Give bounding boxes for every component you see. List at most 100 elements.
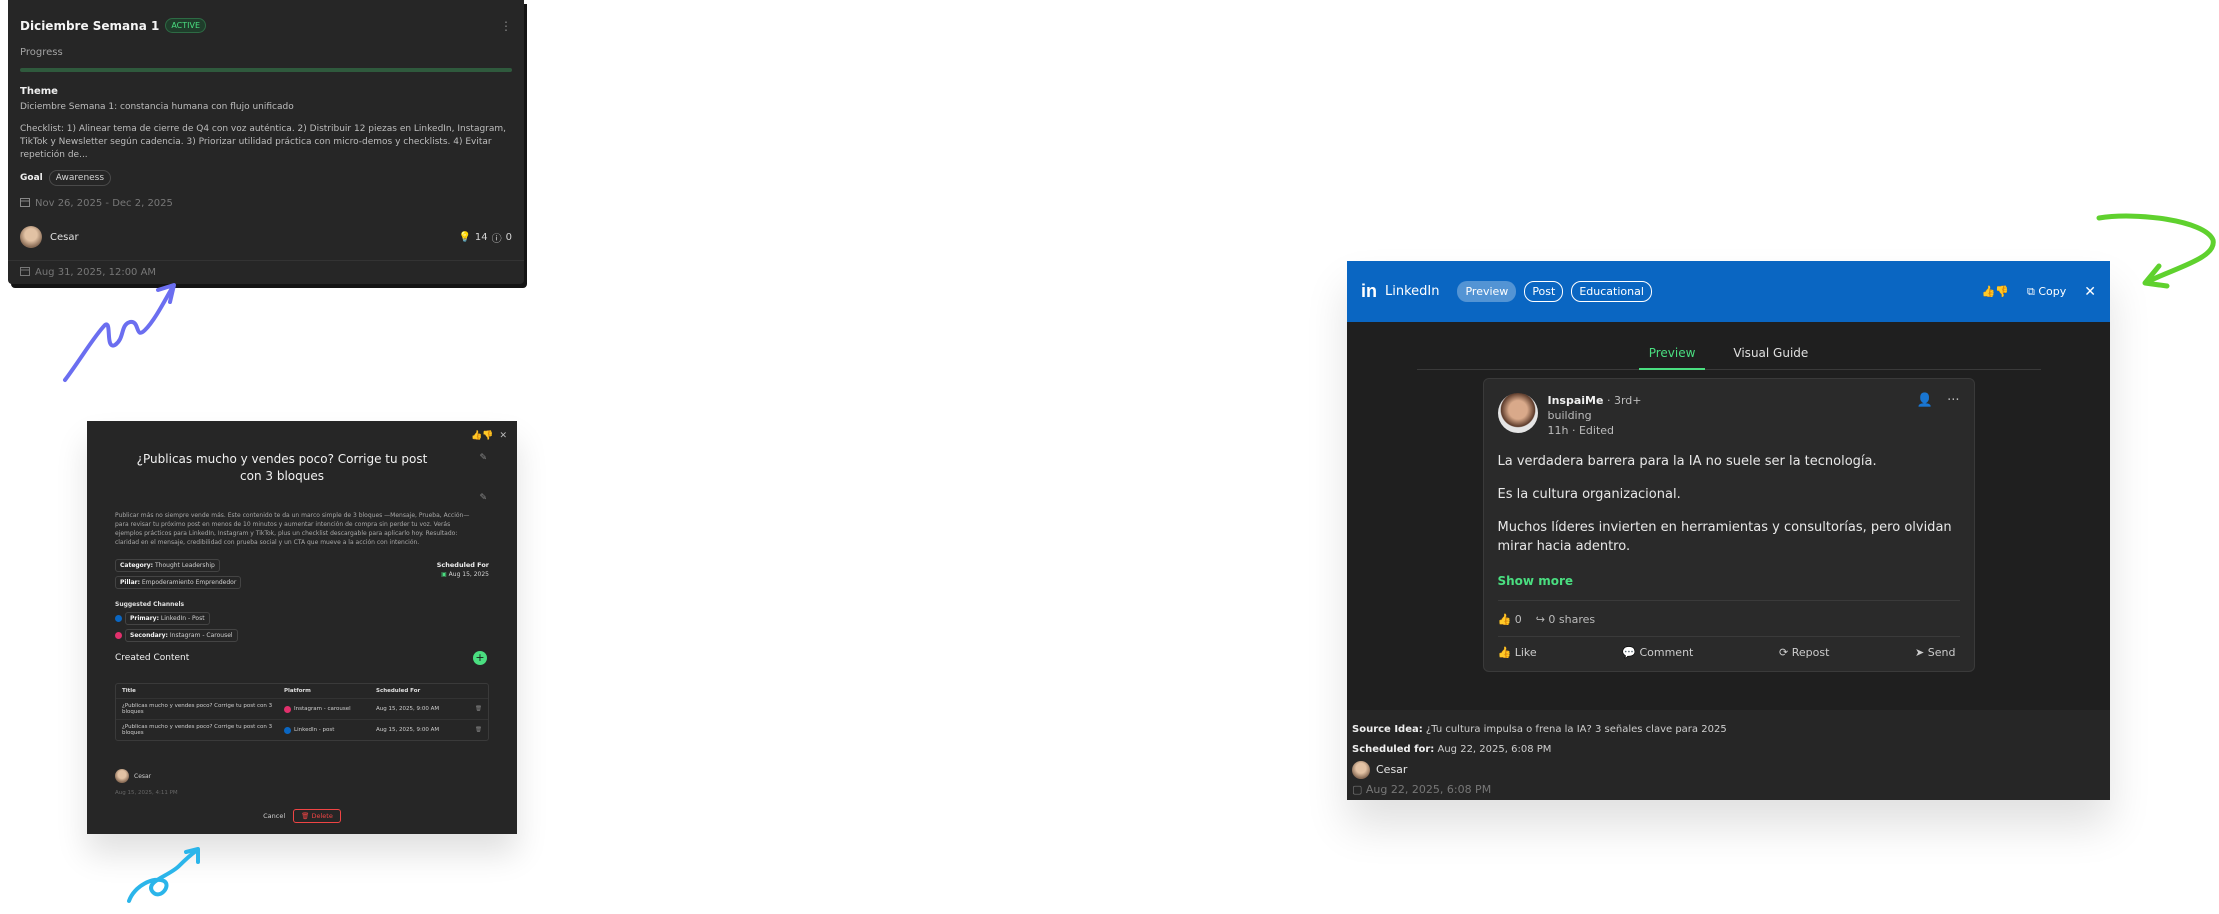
row-platform: Instagram - carousel: [294, 706, 351, 712]
like-count: 👍 0: [1497, 613, 1522, 626]
divider: [1497, 600, 1960, 601]
idea-dialog: 👍👎 ✕ ¿Publicas mucho y vendes poco? Corr…: [87, 421, 517, 834]
user-name: Cesar: [1376, 763, 1408, 776]
linkedin-icon: [115, 615, 122, 622]
campaign-card[interactable]: Diciembre Semana 1 ACTIVE ⋮ Progress The…: [8, 0, 524, 284]
avatar: [1497, 393, 1538, 433]
user-name: Cesar: [134, 772, 152, 780]
thumbs-feedback-icon[interactable]: 👍👎: [1982, 285, 2009, 298]
share-icon: ↪: [1535, 613, 1545, 626]
row-title: ¿Publicas mucho y vendes poco? Corrige t…: [122, 724, 273, 736]
edit-description-icon[interactable]: ✎: [479, 493, 487, 503]
post-time: 11h: [1547, 424, 1569, 437]
show-more-link[interactable]: Show more: [1498, 574, 1960, 588]
calendar-icon: [20, 266, 30, 279]
table-header: Title: [122, 688, 136, 694]
platform-name: LinkedIn: [1385, 284, 1440, 299]
add-content-button[interactable]: +: [473, 651, 487, 665]
secondary-channel: Secondary: Instagram - Carousel: [115, 629, 238, 642]
date-range: Nov 26, 2025 - Dec 2, 2025: [35, 198, 173, 209]
trash-icon[interactable]: 🗑: [466, 706, 482, 712]
table-header: Scheduled For: [376, 688, 421, 694]
share-count: ↪ 0 shares: [1535, 613, 1596, 626]
linkedin-icon: in: [1361, 281, 1377, 301]
send-button[interactable]: ➤ Send: [1915, 646, 1955, 659]
primary-channel: Primary: LinkedIn - Post: [115, 612, 238, 625]
dialog-footer: Source Idea: ¿Tu cultura impulsa o frena…: [1347, 710, 2110, 800]
post-preview: InspaiMe · 3rd+ building 11h · Edited 👤 …: [1482, 378, 1975, 672]
row-platform: LinkedIn - post: [294, 727, 335, 733]
content-table: Title Platform Scheduled For ¿Publicas m…: [115, 683, 489, 741]
copy-button[interactable]: ⧉ Copy: [2027, 285, 2066, 299]
scheduled-date: ▣ Aug 15, 2025: [441, 571, 489, 578]
tab-preview[interactable]: Preview: [1638, 346, 1706, 370]
theme-label: Theme: [20, 86, 58, 97]
avatar: [115, 769, 129, 783]
edit-title-icon[interactable]: ✎: [479, 453, 487, 463]
ideas-count: 14: [474, 231, 488, 243]
calendar-icon: [20, 197, 30, 210]
close-icon[interactable]: ✕: [499, 431, 507, 441]
row-scheduled: Aug 15, 2025, 9:00 AM: [376, 706, 440, 712]
pillar-tag: Pillar: Empoderamiento Emprendedor: [115, 576, 242, 589]
status-badge: ACTIVE: [165, 18, 207, 33]
instagram-icon: [284, 705, 291, 713]
cyan-arrow-doodle: [127, 847, 200, 903]
table-row[interactable]: ¿Publicas mucho y vendes poco? Corrige t…: [116, 699, 488, 720]
checklist-text: Checklist: 1) Alinear tema de cierre de …: [20, 124, 507, 160]
row-title: ¿Publicas mucho y vendes poco? Corrige t…: [122, 703, 273, 715]
dialog-header: in LinkedIn Preview Post Educational 👍👎 …: [1347, 261, 2110, 322]
more-options-icon[interactable]: ⋮: [500, 19, 512, 33]
created-date: ▢ Aug 22, 2025, 6:08 PM: [1352, 783, 1492, 796]
trash-icon[interactable]: 🗑: [466, 727, 482, 733]
author-headline: building: [1547, 409, 1592, 422]
avatar: [1352, 761, 1370, 779]
goal-chip: Awareness: [48, 170, 112, 186]
post-paragraph: Es la cultura organizacional.: [1497, 487, 1681, 502]
connection-degree: · 3rd+: [1606, 394, 1642, 407]
idea-title: ¿Publicas mucho y vendes poco? Corrige t…: [136, 452, 428, 483]
purple-arrow-doodle: [63, 283, 176, 382]
tab-visual-guide[interactable]: Visual Guide: [1723, 346, 1818, 370]
like-button[interactable]: 👍 Like: [1498, 646, 1537, 659]
goal-label: Goal: [20, 173, 43, 183]
format-pill: Post: [1524, 281, 1564, 302]
row-scheduled: Aug 15, 2025, 9:00 AM: [376, 727, 440, 733]
edited-label: Edited: [1578, 424, 1615, 437]
idea-description: Publicar más no siempre vende más. Este …: [115, 512, 470, 546]
category-tag: Category: Thought Leadership: [115, 559, 220, 572]
follow-user-icon[interactable]: 👤: [1917, 393, 1933, 438]
lightbulb-icon: 💡: [458, 231, 471, 243]
green-arrow-doodle: [2096, 213, 2216, 289]
preview-pill: Preview: [1457, 281, 1517, 302]
created-date: Aug 31, 2025, 12:00 AM: [35, 267, 157, 278]
post-paragraph: Muchos líderes invierten en herramientas…: [1497, 520, 1952, 554]
repost-button[interactable]: ⟳ Repost: [1779, 646, 1829, 659]
calendar-icon: ▢: [1352, 783, 1363, 796]
created-content-heading: Created Content: [115, 653, 190, 663]
like-icon: 👍: [1497, 613, 1512, 626]
table-row[interactable]: ¿Publicas mucho y vendes poco? Corrige t…: [116, 720, 488, 740]
cancel-button[interactable]: Cancel: [263, 812, 285, 820]
linkedin-preview-dialog: in LinkedIn Preview Post Educational 👍👎 …: [1347, 261, 2110, 800]
info-icon: ⓘ: [491, 233, 502, 245]
comment-button[interactable]: 💬 Comment: [1622, 646, 1693, 659]
table-header: Platform: [284, 688, 311, 694]
thumbs-feedback-icon[interactable]: 👍👎: [471, 431, 493, 441]
user-name: Cesar: [50, 231, 79, 243]
created-date: Aug 15, 2025, 4:11 PM: [115, 790, 178, 796]
progress-bar: [20, 68, 512, 72]
post-paragraph: La verdadera barrera para la IA no suele…: [1497, 454, 1877, 469]
theme-text: Diciembre Semana 1: constancia humana co…: [20, 102, 294, 112]
author-name: InspaiMe: [1547, 394, 1604, 407]
instagram-icon: [115, 632, 122, 639]
delete-button[interactable]: 🗑 Delete: [293, 809, 341, 823]
type-pill: Educational: [1571, 281, 1652, 302]
more-options-icon[interactable]: ···: [1947, 393, 1959, 438]
source-idea: Source Idea: ¿Tu cultura impulsa o frena…: [1352, 724, 1727, 735]
close-icon[interactable]: ✕: [2084, 284, 2096, 300]
scheduled-label: Scheduled For: [436, 561, 489, 569]
linkedin-icon: [284, 726, 291, 734]
channels-label: Suggested Channels: [115, 601, 185, 608]
scheduled-info: Scheduled for: Aug 22, 2025, 6:08 PM: [1352, 744, 1552, 755]
